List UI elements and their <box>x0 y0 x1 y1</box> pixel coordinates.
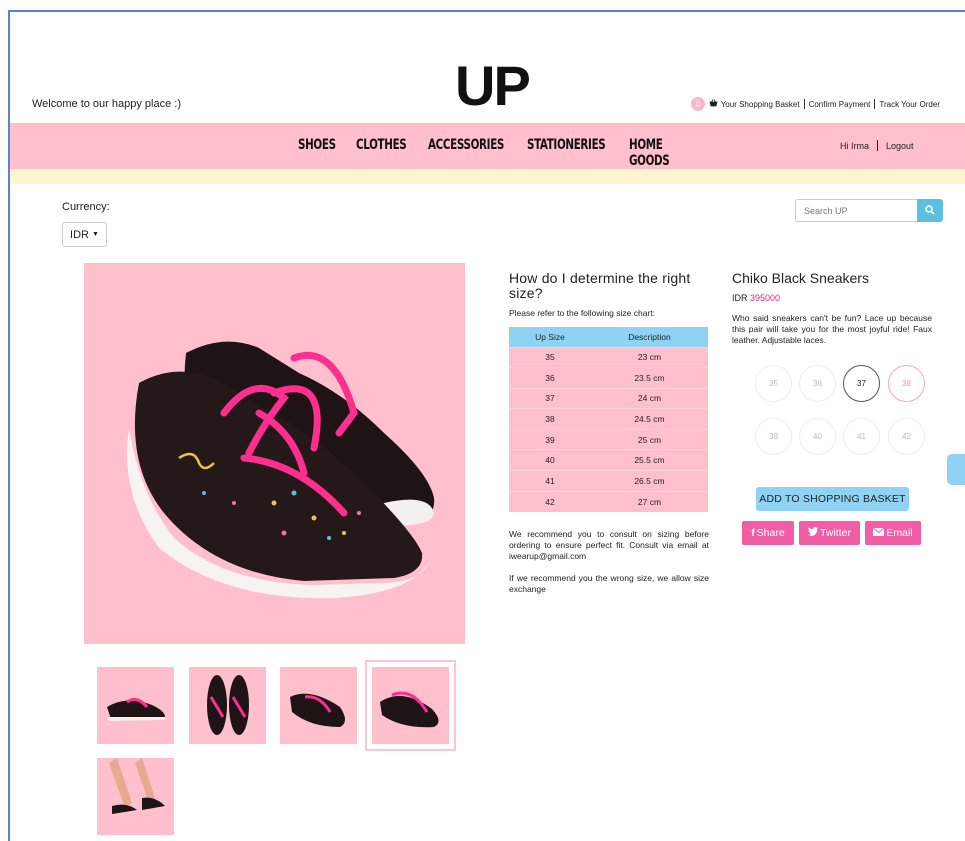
size-option-42[interactable]: 42 <box>888 418 925 455</box>
column-header: Description <box>590 327 708 347</box>
table-cell: 27 cm <box>590 490 708 512</box>
currency-dropdown[interactable]: IDR ▼ <box>62 222 107 247</box>
search-button[interactable] <box>917 199 943 222</box>
share-facebook-button[interactable]: f Share <box>742 521 794 545</box>
table-row: 40 25.5 cm <box>509 449 708 471</box>
thumbnail-3[interactable] <box>280 667 357 744</box>
caret-down-icon: ▼ <box>92 231 99 238</box>
price-amount: 395000 <box>750 293 781 303</box>
table-row: 35 23 cm <box>509 346 708 368</box>
nav-item-stationeries[interactable]: STATIONERIES <box>527 137 611 169</box>
nav-item-shoes[interactable]: SHOES <box>298 137 346 169</box>
table-cell: 36 <box>509 367 591 389</box>
size-option-41[interactable]: 41 <box>843 418 880 455</box>
user-area: Hi Irma Logout <box>840 140 914 151</box>
user-greeting[interactable]: Hi Irma <box>840 141 869 151</box>
search-input[interactable]: Search UP <box>795 199 917 222</box>
table-cell: 23.5 cm <box>590 367 708 389</box>
main-navbar: SHOES CLOTHES ACCESSORIES STATIONERIES H… <box>10 123 965 169</box>
welcome-text: Welcome to our happy place :) <box>32 98 181 110</box>
size-chart-title: How do I determine the right size? <box>509 270 691 301</box>
product-name: Chiko Black Sneakers <box>732 270 869 286</box>
size-option-40[interactable]: 40 <box>799 418 836 455</box>
track-order-link[interactable]: Track Your Order <box>879 100 940 109</box>
table-cell: 39 <box>509 428 591 450</box>
size-option-37-selected[interactable]: 37 <box>843 365 880 402</box>
table-cell: 25 cm <box>590 428 708 450</box>
link-divider <box>803 99 805 109</box>
table-cell: 40 <box>509 449 591 471</box>
size-table-header: Up Size Description <box>509 327 708 347</box>
email-label: Email <box>886 527 913 539</box>
product-price: IDR 395000 <box>732 293 780 303</box>
basket-icon[interactable] <box>709 99 718 109</box>
column-header: Up Size <box>509 327 591 347</box>
nav-item-accessories[interactable]: ACCESSORIES <box>428 137 509 169</box>
size-chart-subtitle: Please refer to the following size chart… <box>509 308 655 318</box>
twitter-label: Twitter <box>820 527 851 539</box>
top-links: 0 Your Shopping Basket Confirm Payment T… <box>690 97 940 111</box>
user-divider <box>877 140 878 151</box>
share-label: Share <box>756 527 785 539</box>
size-option-35[interactable]: 35 <box>755 365 792 402</box>
table-row: 36 23.5 cm <box>509 367 708 389</box>
site-logo[interactable]: UP <box>455 58 531 114</box>
add-to-basket-button[interactable]: ADD TO SHOPPING BASKET <box>756 487 909 511</box>
shopping-basket-link[interactable]: Your Shopping Basket <box>721 100 800 109</box>
logout-link[interactable]: Logout <box>886 141 914 151</box>
table-row: 42 27 cm <box>509 490 708 512</box>
cart-count-badge[interactable]: 0 <box>690 97 705 111</box>
size-option-36[interactable]: 36 <box>799 365 836 402</box>
table-row: 41 26.5 cm <box>509 470 708 492</box>
floating-side-tab[interactable] <box>947 454 965 485</box>
table-cell: 35 <box>509 346 591 368</box>
share-email-button[interactable]: Email <box>865 521 921 545</box>
thumbnail-2[interactable] <box>189 667 266 744</box>
twitter-icon <box>808 527 819 539</box>
sizing-recommendation: We recommend you to consult on sizing be… <box>509 529 709 561</box>
nav-menu: SHOES CLOTHES ACCESSORIES STATIONERIES H… <box>298 137 719 169</box>
facebook-icon: f <box>751 527 755 539</box>
size-chart-table: Up Size Description 35 23 cm 36 23.5 cm 37… <box>509 327 708 512</box>
envelope-icon <box>873 527 885 539</box>
product-description: Who said sneakers can't be fun? Lace up … <box>732 313 932 345</box>
announcement-strip <box>10 169 965 184</box>
table-cell: 24 cm <box>590 387 708 409</box>
table-cell: 25.5 cm <box>590 449 708 471</box>
table-cell: 42 <box>509 490 591 512</box>
table-cell: 26.5 cm <box>590 470 708 492</box>
nav-item-clothes[interactable]: CLOTHES <box>356 137 415 169</box>
currency-label: Currency: <box>62 201 110 213</box>
main-product-image[interactable] <box>84 263 465 644</box>
confirm-payment-link[interactable]: Confirm Payment <box>809 100 871 109</box>
thumbnail-1[interactable] <box>97 667 174 744</box>
search-icon <box>925 202 935 220</box>
thumbnail-5[interactable] <box>97 758 174 835</box>
table-cell: 38 <box>509 408 591 430</box>
link-divider <box>874 99 876 109</box>
currency-value: IDR <box>70 228 89 241</box>
table-row: 39 25 cm <box>509 428 708 450</box>
table-cell: 23 cm <box>590 346 708 368</box>
price-currency: IDR <box>732 293 748 303</box>
nav-item-home-goods[interactable]: HOME GOODS <box>629 137 703 169</box>
table-cell: 41 <box>509 470 591 492</box>
table-row: 38 24.5 cm <box>509 408 708 430</box>
size-option-39[interactable]: 39 <box>755 418 792 455</box>
thumbnail-4-selected[interactable] <box>365 660 456 751</box>
size-exchange-note: If we recommend you the wrong size, we a… <box>509 573 709 594</box>
size-option-38[interactable]: 38 <box>888 365 925 402</box>
table-cell: 24.5 cm <box>590 408 708 430</box>
table-row: 37 24 cm <box>509 387 708 409</box>
share-twitter-button[interactable]: Twitter <box>799 521 860 545</box>
table-cell: 37 <box>509 387 591 409</box>
